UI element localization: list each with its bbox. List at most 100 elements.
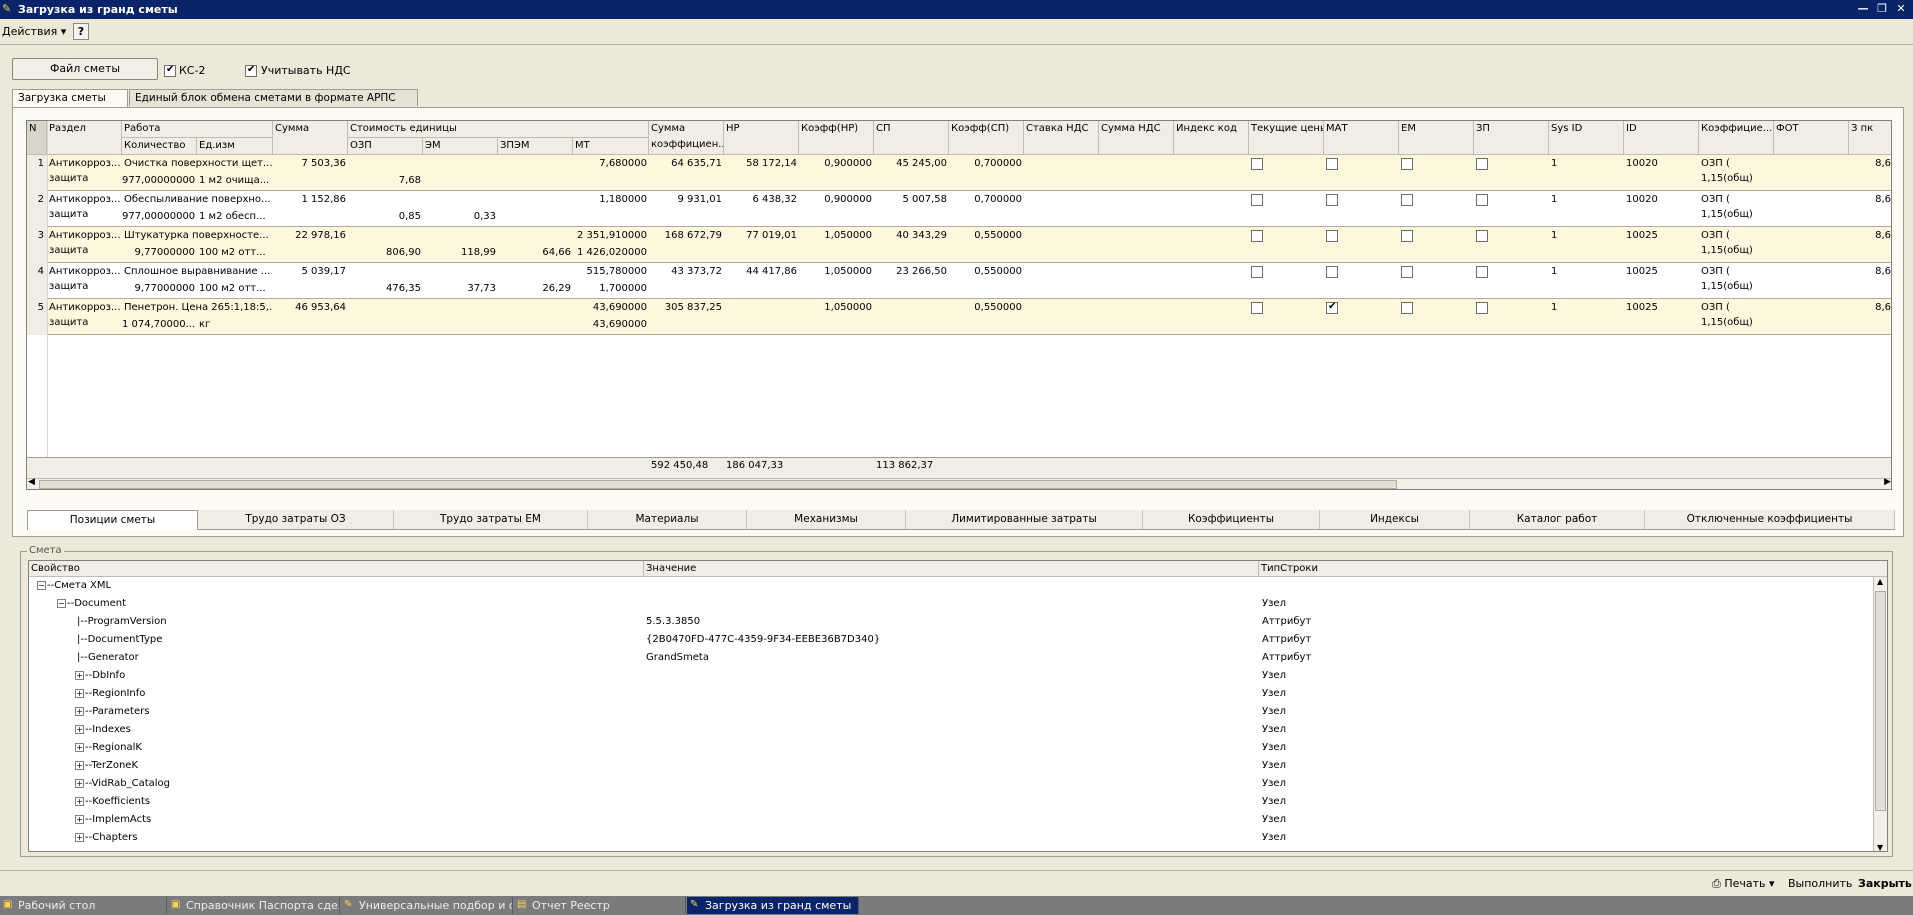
scroll-right-icon[interactable]: ▶ — [1884, 477, 1891, 487]
col-ed-izm[interactable]: Ед.изм — [197, 138, 273, 155]
mat-checkbox[interactable] — [1326, 266, 1338, 278]
col-stoimost[interactable]: Стоимость единицы — [348, 121, 649, 138]
expand-icon[interactable]: + — [75, 706, 84, 716]
collapse-icon[interactable]: − — [37, 580, 46, 590]
col-em2[interactable]: ЕМ — [1399, 121, 1474, 155]
tab-arps[interactable]: Единый блок обмена сметами в формате АРП… — [129, 89, 418, 120]
table-row[interactable]: 5 Антикорроз... защита Пенетрон. Цена 26… — [27, 299, 1891, 335]
col-hp[interactable]: НР — [724, 121, 799, 155]
collapse-icon[interactable]: − — [57, 598, 66, 608]
table-row[interactable]: 3 Антикорроз... защита Штукатурка поверх… — [27, 227, 1891, 263]
tree-attr[interactable]: |--DocumentType — [77, 633, 162, 647]
tek-ceny-checkbox[interactable] — [1251, 266, 1263, 278]
help-button[interactable]: ? — [73, 23, 89, 40]
col-tip[interactable]: ТипСтроки — [1259, 561, 1887, 577]
col-koeff[interactable]: Коэффицие... — [1699, 121, 1774, 155]
scroll-left-icon[interactable]: ◀ — [28, 477, 35, 487]
tree-node[interactable]: + --Koefficients — [75, 795, 150, 809]
tab-xml[interactable]: Загрузка сметы XML — [12, 89, 128, 120]
tree-node[interactable]: + --Parameters — [75, 705, 149, 719]
em-checkbox[interactable] — [1401, 158, 1413, 170]
col-mat[interactable]: МАТ — [1324, 121, 1399, 155]
col-koef-hp[interactable]: Коэфф(НР) — [799, 121, 874, 155]
mat-checkbox[interactable] — [1326, 230, 1338, 242]
minimize-icon[interactable]: — — [1855, 2, 1871, 16]
col-sys-id[interactable]: Sys ID — [1549, 121, 1624, 155]
task-spravochnik[interactable]: ▣ Справочник Паспорта сдел... — [168, 897, 340, 914]
zp-checkbox[interactable] — [1476, 194, 1488, 206]
mat-checkbox[interactable] — [1326, 158, 1338, 170]
execute-button[interactable]: Выполнить — [1788, 877, 1852, 890]
actions-menu[interactable]: Действия ▾ — [2, 25, 66, 38]
vertical-scrollbar[interactable]: ▲ ▼ — [1873, 577, 1887, 851]
col-n[interactable]: N — [27, 121, 47, 155]
close-icon[interactable]: ✕ — [1893, 2, 1909, 16]
tab-mehanizmy[interactable]: Механизмы — [747, 510, 906, 529]
scroll-thumb[interactable] — [1875, 591, 1886, 811]
col-ozp[interactable]: ОЗП — [348, 138, 423, 155]
col-rabota[interactable]: Работа — [122, 121, 273, 138]
tree-node-root[interactable]: − --Смета XML — [37, 579, 111, 593]
col-svoistvo[interactable]: Свойство — [29, 561, 644, 577]
em-checkbox[interactable] — [1401, 302, 1413, 314]
tree-node[interactable]: + --Indexes — [75, 723, 131, 737]
col-koef-sp[interactable]: Коэфф(СП) — [949, 121, 1024, 155]
task-otchet[interactable]: ▤ Отчет Реестр — [514, 897, 686, 914]
expand-icon[interactable]: + — [75, 796, 84, 806]
tree-node[interactable]: + --DbInfo — [75, 669, 125, 683]
tab-indexy[interactable]: Индексы — [1320, 510, 1470, 529]
col-id[interactable]: ID — [1624, 121, 1699, 155]
tab-trudo-oz[interactable]: Трудо затраты ОЗ — [198, 510, 394, 529]
em-checkbox[interactable] — [1401, 194, 1413, 206]
tree-node[interactable]: + --Chapters — [75, 831, 137, 845]
tree-attr[interactable]: |--ProgramVersion — [77, 615, 167, 629]
task-universal[interactable]: ✎ Универсальные подбор и о... — [341, 897, 513, 914]
em-checkbox[interactable] — [1401, 230, 1413, 242]
scroll-down-icon[interactable]: ▼ — [1877, 843, 1883, 851]
expand-icon[interactable]: + — [75, 832, 84, 842]
tree-node[interactable]: + --TerZoneK — [75, 759, 138, 773]
tek-ceny-checkbox[interactable] — [1251, 194, 1263, 206]
print-button[interactable]: ⎙ Печать ▾ — [1712, 877, 1775, 891]
tree-node[interactable]: + --VidRab_Catalog — [75, 777, 170, 791]
col-mt[interactable]: МТ — [573, 138, 649, 155]
tek-ceny-checkbox[interactable] — [1251, 302, 1263, 314]
expand-icon[interactable]: + — [75, 814, 84, 824]
horizontal-scrollbar[interactable]: ◀ ▶ — [27, 477, 1891, 489]
zp-checkbox[interactable] — [1476, 302, 1488, 314]
tab-otkl-koef[interactable]: Отключенные коэффициенты — [1645, 510, 1895, 529]
col-stavka-nds[interactable]: Ставка НДС — [1024, 121, 1099, 155]
tek-ceny-checkbox[interactable] — [1251, 230, 1263, 242]
col-em[interactable]: ЭМ — [423, 138, 498, 155]
col-summa[interactable]: Сумма — [273, 121, 348, 155]
expand-icon[interactable]: + — [75, 670, 84, 680]
close-button[interactable]: Закрыть — [1858, 877, 1912, 890]
col-znachenie[interactable]: Значение — [644, 561, 1259, 577]
expand-icon[interactable]: + — [75, 760, 84, 770]
col-summa-nds[interactable]: Сумма НДС — [1099, 121, 1174, 155]
zp-checkbox[interactable] — [1476, 230, 1488, 242]
zp-checkbox[interactable] — [1476, 158, 1488, 170]
tab-materialy[interactable]: Материалы — [588, 510, 747, 529]
nds-checkbox[interactable] — [245, 64, 257, 77]
col-kolichestvo[interactable]: Количество — [122, 138, 197, 155]
col-zpem[interactable]: ЗПЭМ — [498, 138, 573, 155]
tab-katalog[interactable]: Каталог работ — [1470, 510, 1645, 529]
tree-node[interactable]: + --ImplemActs — [75, 813, 151, 827]
col-fot[interactable]: ФОТ — [1774, 121, 1849, 155]
tab-pozicii[interactable]: Позиции сметы — [27, 510, 198, 530]
col-razdel[interactable]: Раздел — [47, 121, 122, 155]
tree-attr[interactable]: |--Generator — [77, 651, 139, 665]
restore-icon[interactable]: ❐ — [1874, 2, 1890, 16]
table-row[interactable]: 4 Антикорроз... защита Сплошное выравнив… — [27, 263, 1891, 299]
scroll-up-icon[interactable]: ▲ — [1877, 577, 1883, 586]
expand-icon[interactable]: + — [75, 724, 84, 734]
col-zp[interactable]: ЗП — [1474, 121, 1549, 155]
col-sp[interactable]: СП — [874, 121, 949, 155]
scroll-thumb[interactable] — [39, 480, 1397, 489]
tek-ceny-checkbox[interactable] — [1251, 158, 1263, 170]
em-checkbox[interactable] — [1401, 266, 1413, 278]
tree-node-document[interactable]: − --Document — [57, 597, 126, 611]
tab-koefficienty[interactable]: Коэффициенты — [1143, 510, 1320, 529]
col-z-pk[interactable]: З пк — [1849, 121, 1891, 155]
